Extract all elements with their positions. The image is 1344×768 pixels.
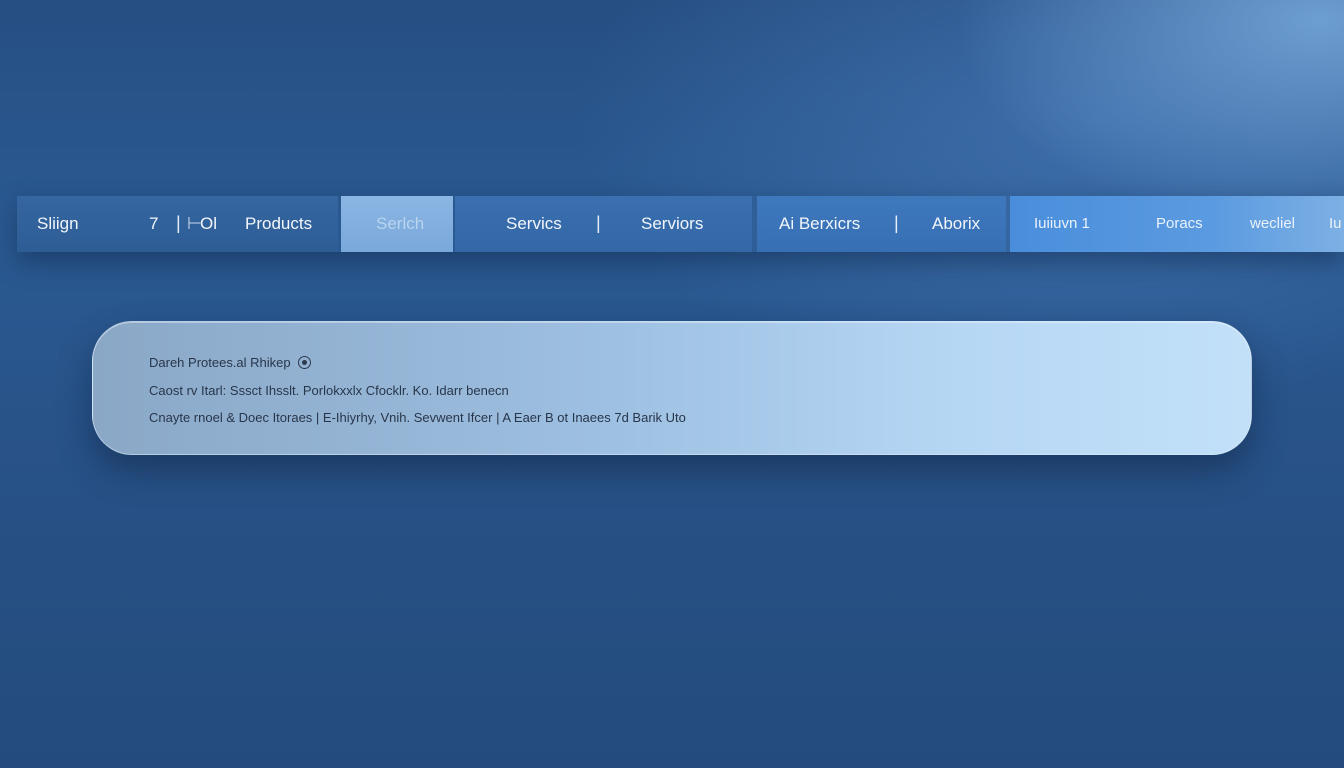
nav-item-extra-1[interactable]: Iuiiuvn 1 <box>1034 196 1090 252</box>
nav-item-services-2[interactable]: Serviors <box>641 196 703 252</box>
nav-segment-services: Servics | Serviors <box>455 196 752 252</box>
nav-item-ai-services[interactable]: Ai Berxicrs <box>779 196 860 252</box>
nav-separator: | <box>894 213 899 233</box>
nav-item-about[interactable]: Aborix <box>932 196 980 252</box>
nav-segment-about: Ai Berxicrs | Aborix <box>757 196 1006 252</box>
nav-item-products[interactable]: Products <box>245 196 312 252</box>
nav-segment-primary: Sliign 7 | ⊢ Ol Products <box>17 196 338 252</box>
nav-item-extra-4[interactable]: Iu <box>1329 196 1342 252</box>
panel-text-line-1: Caost rv Itarl: Sssct Ihsslt. Porlokxxlx… <box>149 383 509 398</box>
nav-item-sign[interactable]: Sliign <box>37 196 79 252</box>
nav-segment-extra: Iuiiuvn 1 Poracs wecliel Iu <box>1010 196 1344 252</box>
nav-item-search-active[interactable]: Serlch <box>376 196 424 252</box>
info-panel: Dareh Protees.al Rhikep Caost rv Itarl: … <box>92 321 1252 455</box>
top-navigation-bar: Sliign 7 | ⊢ Ol Products Serlch Servics … <box>17 196 1344 252</box>
nav-separator: | <box>176 213 181 233</box>
nav-item-extra-2[interactable]: Poracs <box>1156 196 1203 252</box>
nav-item-mark-c[interactable]: Ol <box>200 196 217 252</box>
nav-separator: | <box>596 213 601 233</box>
panel-title-line: Dareh Protees.al Rhikep <box>149 355 312 370</box>
nav-item-mark[interactable]: 7 <box>149 196 158 252</box>
target-icon[interactable] <box>298 356 312 369</box>
nav-item-extra-3[interactable]: wecliel <box>1250 196 1295 252</box>
nav-segment-active: Serlch <box>341 196 453 252</box>
panel-text-line-2: Cnayte rnoel & Doec Itoraes | E-Ihiyrhy,… <box>149 410 686 425</box>
nav-item-services[interactable]: Servics <box>506 196 562 252</box>
panel-title: Dareh Protees.al Rhikep <box>149 355 291 370</box>
